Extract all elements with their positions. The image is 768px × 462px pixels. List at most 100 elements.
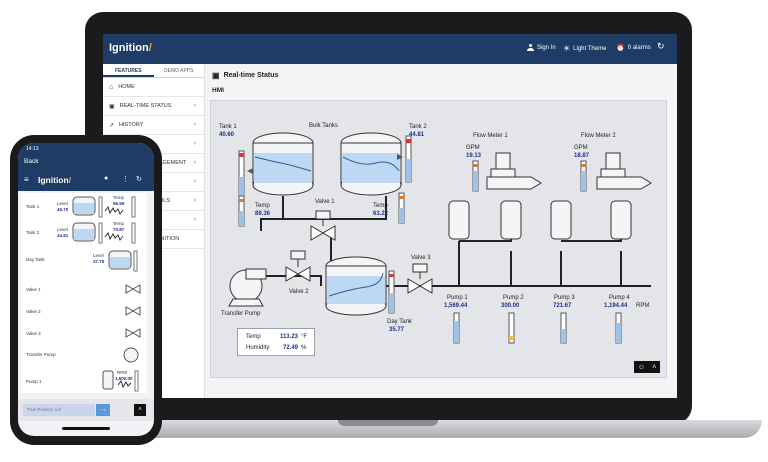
view-controls[interactable]: ☺ ˄: [634, 361, 660, 373]
phone-status-bar: 14:13: [18, 143, 154, 155]
transfer-pump-label: Transfer Pump: [221, 311, 261, 317]
logo-text: Ignition: [109, 42, 149, 54]
phone-row-rpm-value: 1,500.00: [115, 376, 133, 381]
sidebar-item-label: REAL-TIME STATUS: [119, 103, 172, 109]
refresh-icon[interactable]: ↻: [136, 175, 142, 183]
sidebar-item-label: AGEMENT: [159, 160, 187, 166]
page-title: ▣ Real-time Status: [212, 71, 278, 80]
phone-logo[interactable]: Ignition/: [38, 175, 71, 185]
pump4-value: 1,194.44: [604, 303, 628, 309]
humidity-readout-value: 72.49: [282, 345, 298, 351]
tab-demo-apps[interactable]: DEMO APPS: [154, 64, 205, 77]
chevron-up-icon[interactable]: ˄: [652, 364, 656, 371]
monitor-icon: ▣: [109, 103, 115, 110]
phone-row-level-value: 44.81: [57, 233, 69, 238]
arrow-right-icon: →: [99, 406, 107, 413]
phone-row-level-label: Level: [93, 253, 104, 258]
temp1-value: 89.36: [255, 211, 271, 217]
sidebar-item-home[interactable]: ⌂ HOME: [103, 78, 204, 97]
person-icon[interactable]: ☺: [638, 364, 645, 371]
phone-screen: 14:13 Back ≡ Ignition/ ● ⋮ ↻ Tank 1 Leve…: [18, 143, 154, 436]
temp2-gauge: [398, 192, 405, 224]
day-tank-value: 35.77: [389, 327, 405, 333]
user-icon[interactable]: ●: [104, 175, 108, 182]
refresh-button[interactable]: ↻: [657, 41, 665, 52]
phone-row-label: Pump 1: [26, 379, 42, 384]
sign-in-button[interactable]: Sign In: [527, 44, 556, 51]
phone-row-label: Valve 3: [26, 331, 41, 336]
pump-3-body[interactable]: [550, 200, 572, 240]
sidebar-item-realtime-status[interactable]: ▣ REAL-TIME STATUS ›: [103, 97, 204, 116]
temp-readout-value: 113.23: [279, 334, 298, 340]
pump3-label: Pump 3: [554, 295, 575, 301]
pump-4-body[interactable]: [610, 200, 632, 240]
pump2-label: Pump 2: [503, 295, 524, 301]
bulk-tank-1[interactable]: [252, 132, 314, 196]
phone-row-temp-label: Temp: [113, 195, 125, 200]
phone-row-level-value: 37.75: [93, 259, 105, 264]
sidebar-item-label: HOME: [118, 84, 135, 90]
chevron-right-icon: ›: [193, 216, 196, 223]
tank2-label: Tank 2: [409, 124, 427, 130]
alarms-button[interactable]: ⏰ 0 alarms: [616, 44, 651, 52]
scroll-up-button[interactable]: ˄: [134, 404, 146, 416]
hamburger-menu-icon[interactable]: ≡: [24, 175, 29, 184]
pump-2-body[interactable]: [500, 200, 522, 240]
phone-diagram: [72, 196, 141, 392]
theme-button[interactable]: ☀ Light Theme: [563, 44, 606, 53]
phone-row-label: Transfer Pump: [26, 352, 56, 357]
transfer-pump[interactable]: [228, 268, 267, 307]
humidity-readout-unit: %: [301, 345, 307, 351]
bulk-tank-2[interactable]: [340, 132, 402, 196]
valve-1[interactable]: [310, 210, 336, 241]
marketing-stage: Ignition/ Sign In ☀ Light Theme ⏰ 0 alar…: [0, 0, 768, 462]
phone-content: Tank 1 Level 45.70 Temp 96.59 Tank 2 Lev…: [21, 193, 147, 393]
tab-features[interactable]: FEATURES: [103, 64, 154, 77]
flow-meter-2[interactable]: [596, 152, 652, 190]
temp-readout-unit: °F: [301, 334, 308, 340]
pipe-pump: [266, 275, 322, 286]
tank1-level-gauge: [238, 150, 253, 200]
theme-label: Light Theme: [573, 45, 607, 52]
day-tank-label: Day Tank: [387, 319, 413, 325]
go-button[interactable]: →: [96, 404, 110, 416]
phone-time: 14:13: [26, 146, 39, 152]
phone-row-label: Day Tank: [26, 257, 45, 262]
flow1-unit: GPM: [466, 145, 480, 151]
hmi-panel: Bulk Tanks Tank 1 40.60 Tank 2 44.81 Tem…: [210, 100, 667, 378]
phone-valves: [125, 284, 141, 338]
sidebar-item-history[interactable]: ↗ HISTORY ›: [103, 116, 204, 135]
chevron-right-icon: ›: [193, 121, 196, 128]
temp1-label: Temp: [255, 203, 270, 209]
phone-row-level-label: Level: [57, 227, 68, 232]
tank2-value: 44.81: [409, 132, 425, 138]
chevron-right-icon: ›: [193, 197, 196, 204]
flow2-gauge: [580, 160, 587, 192]
phone-tank2: [72, 222, 136, 244]
flow2-label: Flow Meter 2: [581, 133, 616, 139]
valve-3[interactable]: [407, 263, 433, 294]
flow1-value: 19.13: [466, 153, 482, 159]
phone-back-button[interactable]: Back: [18, 155, 154, 169]
phone-transfer-pump: [123, 347, 139, 363]
day-tank-level-gauge: [388, 270, 395, 314]
position-input[interactable]: True Position 1/3: [23, 404, 95, 416]
home-icon: ⌂: [109, 83, 114, 91]
flow-meter-1[interactable]: [486, 152, 542, 190]
sidebar-tabs: FEATURES DEMO APPS: [103, 64, 204, 78]
phone-day-tank: [108, 250, 138, 272]
main-content: ▣ Real-time Status HMI Bulk Tanks Tank 1…: [206, 64, 677, 398]
user-icon: [527, 44, 534, 51]
sun-icon: ☀: [563, 44, 571, 53]
more-vertical-icon[interactable]: ⋮: [122, 175, 129, 183]
pump-gauges: [453, 312, 622, 344]
sidebar-item-label: INITION: [159, 236, 180, 242]
day-tank[interactable]: [325, 256, 387, 316]
app-logo[interactable]: Ignition/: [109, 42, 152, 54]
phone-logo-mark: /: [68, 175, 72, 185]
pump-1-body[interactable]: [448, 200, 470, 240]
phone-back-label: Back: [24, 158, 39, 165]
chevron-right-icon: ›: [193, 178, 196, 185]
pump1-label: Pump 1: [447, 295, 468, 301]
phone-row-label: Tank 1: [26, 204, 40, 209]
